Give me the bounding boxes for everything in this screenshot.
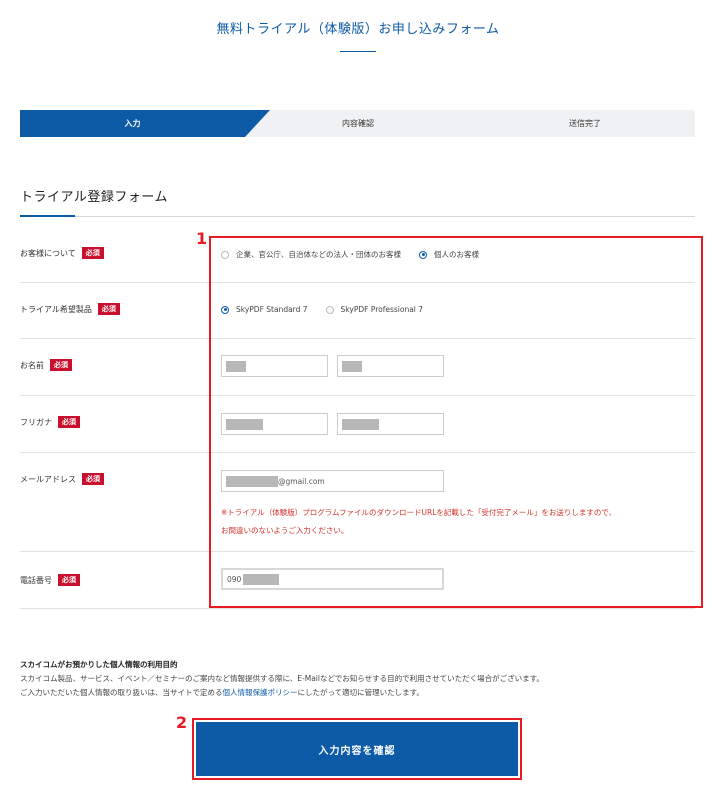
name-label: お名前 必須 bbox=[20, 359, 72, 371]
required-badge: 必須 bbox=[97, 303, 120, 315]
step-input: 入力 bbox=[124, 119, 141, 128]
section-title: トライアル登録フォーム bbox=[20, 190, 168, 205]
privacy-text-line2: ご入力いただいた個人情報の取り扱いは、当サイトで定める個人情報保護ポリシーにした… bbox=[20, 688, 424, 697]
page-title: 無料トライアル（体験版）お申し込みフォーム bbox=[216, 22, 500, 37]
required-badge: 必須 bbox=[50, 359, 72, 371]
confirm-input-button[interactable]: 入力内容を確認 bbox=[196, 722, 518, 776]
privacy-policy-link[interactable]: 個人情報保護ポリシー bbox=[223, 688, 298, 697]
step-progress-bar: 入力 内容確認 送信完了 bbox=[20, 110, 695, 137]
furigana-label: フリガナ 必須 bbox=[20, 416, 80, 428]
privacy-text-line1: スカイコム製品、サービス、イベント／セミナーのご案内など情報提供する際に、E-M… bbox=[20, 674, 544, 683]
required-badge: 必須 bbox=[82, 473, 104, 485]
phone-label: 電話番号 必須 bbox=[20, 574, 80, 586]
required-badge: 必須 bbox=[58, 416, 80, 428]
step-confirm: 内容確認 bbox=[342, 119, 374, 128]
form-fields-highlight bbox=[209, 236, 703, 608]
title-divider bbox=[340, 51, 376, 52]
callout-number-1: 1 bbox=[196, 229, 208, 248]
required-badge: 必須 bbox=[58, 574, 80, 586]
required-badge: 必須 bbox=[81, 247, 104, 259]
customer-type-label: お客様について 必須 bbox=[20, 247, 104, 259]
privacy-title: スカイコムがお預かりした個人情報の利用目的 bbox=[20, 660, 178, 669]
section-divider-accent bbox=[20, 215, 75, 217]
step-complete: 送信完了 bbox=[569, 119, 601, 128]
section-divider bbox=[20, 216, 695, 217]
callout-number-2: 2 bbox=[176, 713, 188, 732]
email-label: メールアドレス 必須 bbox=[20, 473, 104, 485]
product-label: トライアル希望製品 必須 bbox=[20, 303, 120, 315]
row-divider bbox=[20, 608, 695, 609]
